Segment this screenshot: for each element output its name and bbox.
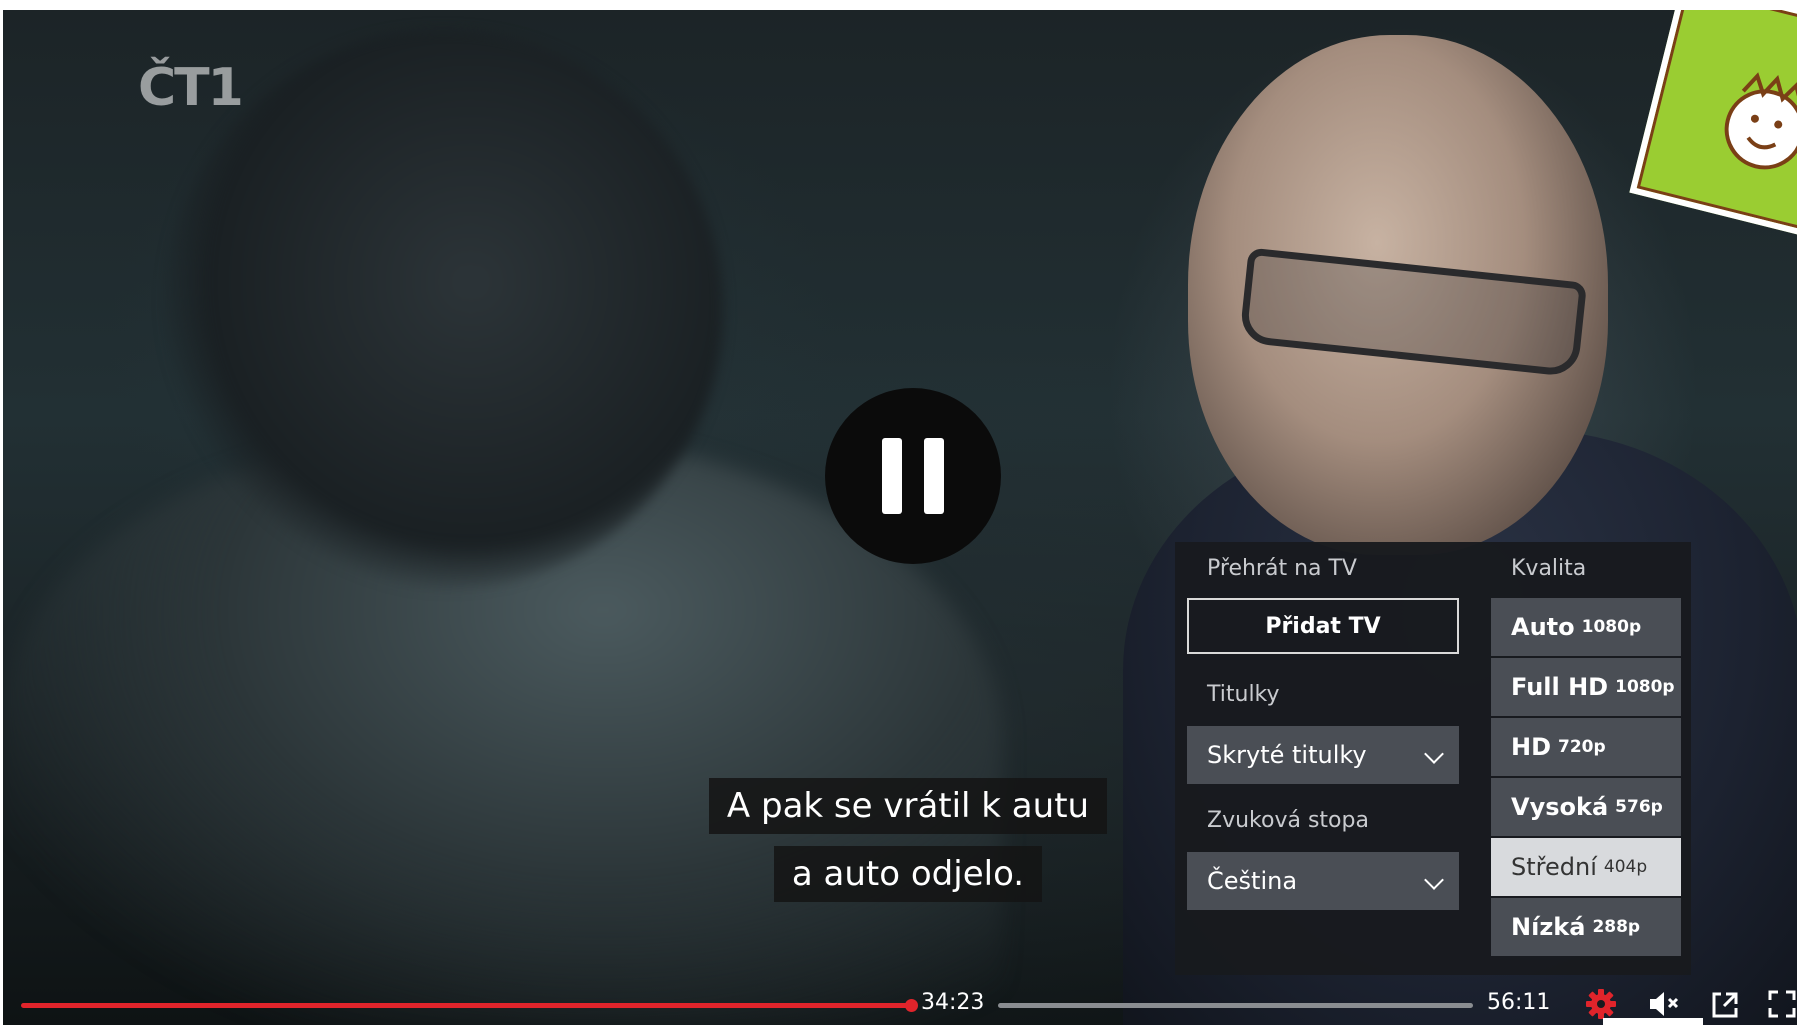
total-time: 56:11: [1487, 990, 1551, 1015]
channel-logo: ČT1: [138, 58, 244, 118]
audio-track-select-value: Čeština: [1207, 867, 1298, 895]
quality-option-vysoka[interactable]: Vysoká 576p: [1491, 778, 1681, 836]
chevron-down-icon: [1424, 744, 1444, 764]
subtitles-select[interactable]: Skryté titulky: [1187, 726, 1459, 784]
sticker-image: [1629, 10, 1797, 241]
subtitles-select-value: Skryté titulky: [1207, 741, 1367, 769]
focus-underline: [1603, 1018, 1703, 1025]
subtitles-label: Titulky: [1207, 682, 1280, 707]
subtitle-line-1: A pak se vrátil k autu: [708, 778, 1108, 834]
settings-gear-icon[interactable]: [1583, 986, 1619, 1022]
chevron-down-icon: [1424, 870, 1444, 890]
subtitles: A pak se vrátil k autu a auto odjelo.: [643, 778, 1173, 902]
scene-foreground-head: [163, 30, 723, 590]
add-tv-button[interactable]: Přidat TV: [1187, 598, 1459, 654]
quality-option-stredni[interactable]: Střední 404p: [1491, 838, 1681, 896]
progress-remaining[interactable]: [998, 1003, 1473, 1008]
audio-track-select[interactable]: Čeština: [1187, 852, 1459, 910]
quality-list: Auto 1080p Full HD 1080p HD 720p Vysoká …: [1491, 598, 1681, 958]
audio-track-label: Zvuková stopa: [1207, 808, 1369, 833]
quality-option-auto[interactable]: Auto 1080p: [1491, 598, 1681, 656]
subtitle-line-2: a auto odjelo.: [773, 846, 1043, 902]
pause-button[interactable]: [825, 388, 1001, 564]
progress-played[interactable]: [21, 1003, 911, 1008]
fullscreen-icon[interactable]: [1767, 986, 1797, 1022]
video-player[interactable]: ČT1 A pak se vrátil k autu a auto odjelo…: [3, 10, 1797, 1025]
current-time: 34:23: [921, 990, 985, 1015]
quality-option-nizka[interactable]: Nízká 288p: [1491, 898, 1681, 956]
quality-option-hd[interactable]: HD 720p: [1491, 718, 1681, 776]
control-bar: 34:23 56:11: [3, 968, 1797, 1025]
mute-icon[interactable]: [1645, 986, 1681, 1022]
quality-option-full-hd[interactable]: Full HD 1080p: [1491, 658, 1681, 716]
popout-icon[interactable]: [1707, 986, 1743, 1022]
cast-label: Přehrát na TV: [1207, 556, 1357, 581]
pause-icon: [882, 438, 902, 514]
settings-panel: Přehrát na TV Přidat TV Titulky Skryté t…: [1175, 542, 1691, 975]
seek-handle[interactable]: [905, 999, 918, 1012]
quality-label: Kvalita: [1511, 556, 1587, 581]
